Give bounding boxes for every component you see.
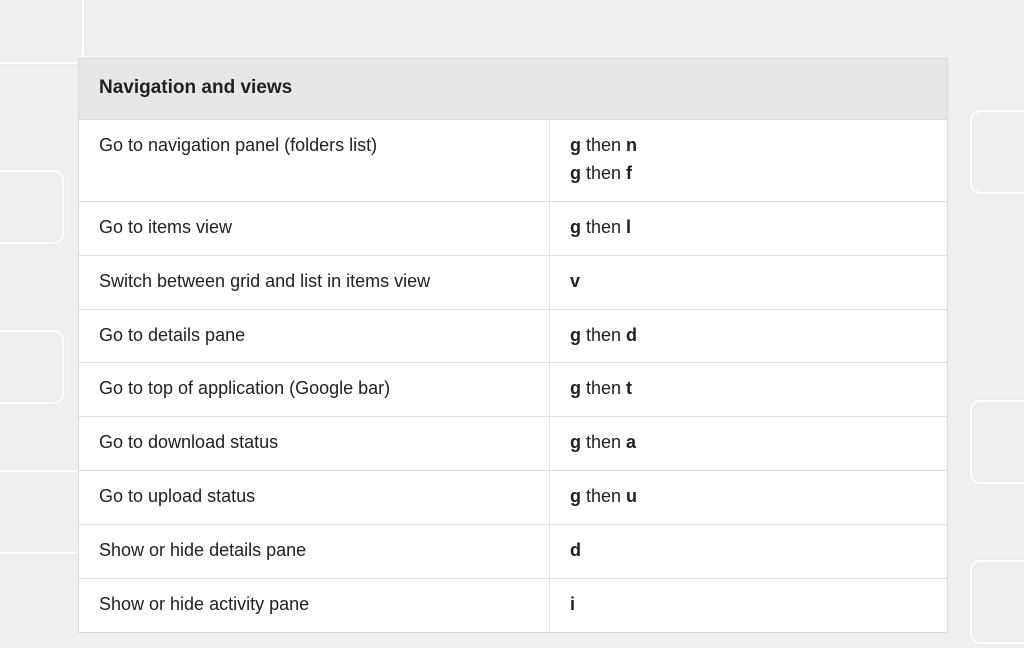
- key-token: f: [626, 163, 632, 183]
- shortcut-line: g then u: [570, 483, 927, 511]
- key-token: d: [626, 325, 637, 345]
- shortcut-description: Show or hide activity pane: [79, 579, 550, 632]
- bg-key-decoration: [970, 400, 1024, 484]
- table-row: Switch between grid and list in items vi…: [79, 255, 947, 309]
- separator-token: then: [581, 486, 626, 506]
- shortcut-line: g then l: [570, 214, 927, 242]
- separator-token: then: [581, 217, 626, 237]
- separator-token: then: [581, 163, 626, 183]
- shortcuts-table: Navigation and views Go to navigation pa…: [78, 58, 948, 633]
- shortcut-line: g then f: [570, 160, 927, 188]
- shortcut-line: g then d: [570, 322, 927, 350]
- shortcut-description: Go to upload status: [79, 471, 550, 525]
- bg-key-decoration: [0, 0, 84, 64]
- shortcut-line: v: [570, 268, 927, 296]
- shortcut-description: Go to items view: [79, 201, 550, 255]
- separator-token: then: [581, 325, 626, 345]
- shortcut-line: i: [570, 591, 927, 619]
- shortcut-keys: i: [550, 579, 948, 632]
- table-row: Show or hide details pane d: [79, 525, 947, 579]
- shortcut-keys: g then u: [550, 471, 948, 525]
- shortcut-description: Go to navigation panel (folders list): [79, 120, 550, 201]
- key-token: g: [570, 325, 581, 345]
- table-row: Go to top of application (Google bar) g t…: [79, 363, 947, 417]
- shortcut-line: g then n: [570, 132, 927, 160]
- shortcut-keys: g then l: [550, 201, 948, 255]
- table-row: Go to download status g then a: [79, 417, 947, 471]
- shortcut-keys: d: [550, 525, 948, 579]
- bg-key-decoration: [0, 470, 84, 554]
- table-row: Go to navigation panel (folders list) g t…: [79, 120, 947, 201]
- key-token: d: [570, 540, 581, 560]
- key-token: t: [626, 378, 632, 398]
- separator-token: then: [581, 135, 626, 155]
- shortcut-description: Switch between grid and list in items vi…: [79, 255, 550, 309]
- bg-key-decoration: [0, 170, 64, 244]
- key-token: g: [570, 163, 581, 183]
- key-token: n: [626, 135, 637, 155]
- shortcut-description: Show or hide details pane: [79, 525, 550, 579]
- key-token: g: [570, 217, 581, 237]
- shortcut-keys: g then ng then f: [550, 120, 948, 201]
- shortcut-keys: g then t: [550, 363, 948, 417]
- key-token: g: [570, 135, 581, 155]
- key-token: u: [626, 486, 637, 506]
- bg-key-decoration: [970, 110, 1024, 194]
- shortcut-keys: v: [550, 255, 948, 309]
- table-row: Show or hide activity pane i: [79, 579, 947, 632]
- key-token: l: [626, 217, 631, 237]
- table-row: Go to details pane g then d: [79, 309, 947, 363]
- shortcuts-rows: Go to navigation panel (folders list) g t…: [79, 120, 947, 632]
- table-row: Go to items view g then l: [79, 201, 947, 255]
- bg-key-decoration: [970, 560, 1024, 644]
- key-token: g: [570, 432, 581, 452]
- bg-key-decoration: [0, 330, 64, 404]
- key-token: g: [570, 378, 581, 398]
- separator-token: then: [581, 432, 626, 452]
- shortcut-line: g then t: [570, 375, 927, 403]
- shortcut-line: d: [570, 537, 927, 565]
- table-row: Go to upload status g then u: [79, 471, 947, 525]
- section-title: Navigation and views: [79, 59, 947, 120]
- key-token: a: [626, 432, 636, 452]
- shortcut-description: Go to download status: [79, 417, 550, 471]
- shortcut-line: g then a: [570, 429, 927, 457]
- shortcut-description: Go to top of application (Google bar): [79, 363, 550, 417]
- key-token: g: [570, 486, 581, 506]
- key-token: v: [570, 271, 580, 291]
- key-token: i: [570, 594, 575, 614]
- shortcut-keys: g then d: [550, 309, 948, 363]
- shortcut-description: Go to details pane: [79, 309, 550, 363]
- separator-token: then: [581, 378, 626, 398]
- shortcut-keys: g then a: [550, 417, 948, 471]
